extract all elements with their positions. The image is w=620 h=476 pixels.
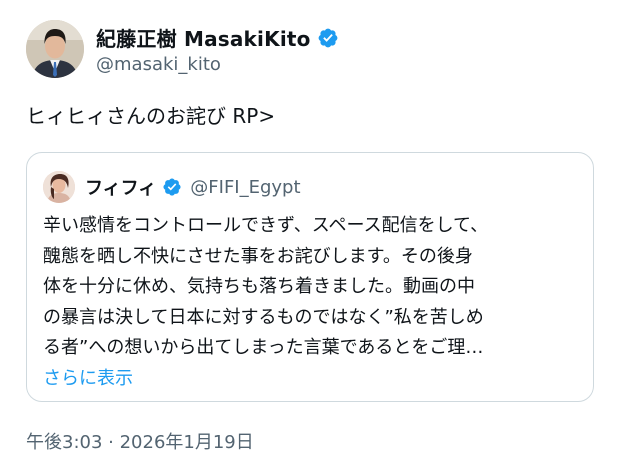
person-portrait-icon	[26, 20, 84, 78]
verified-badge-icon	[317, 27, 339, 49]
author-avatar[interactable]	[26, 20, 84, 78]
person-portrait-icon	[43, 171, 75, 203]
quoted-author-row: フィフィ @FIFI_Egypt	[85, 174, 301, 200]
tweet-timestamp[interactable]: 午後3:03 · 2026年1月19日	[26, 428, 254, 454]
verified-badge-icon	[162, 177, 182, 197]
quoted-author-avatar[interactable]	[43, 171, 75, 203]
quoted-tweet-card[interactable]: フィフィ @FIFI_Egypt 辛い感情をコントロールできず、スペース配信をし…	[26, 152, 594, 402]
quoted-display-name[interactable]: フィフィ	[85, 174, 156, 200]
author-display-name[interactable]: 紀藤正樹 MasakiKito	[96, 23, 311, 52]
quoted-text-line: 体を十分に休め、気持ちも落ち着きました。動画の中	[43, 276, 475, 297]
tweet-text: ヒィヒィさんのお詫び RP>	[26, 104, 276, 128]
show-more-link[interactable]: さらに表示	[43, 364, 583, 395]
quoted-text-line: る者”への想いから出てしまった言葉であるとをご理…	[43, 337, 484, 358]
quoted-text-line: の暴言は決して日本に対するものではなく”私を苦しめ	[43, 306, 484, 328]
quoted-text-line: 醜態を晒し不快にさせた事をお詫びします。その後身	[43, 245, 473, 267]
quoted-text-line: 辛い感情をコントロールできず、スペース配信をして、	[43, 215, 489, 236]
author-name-row: 紀藤正樹 MasakiKito	[96, 23, 339, 52]
author-handle[interactable]: @masaki_kito	[96, 54, 221, 75]
tweet: 紀藤正樹 MasakiKito @masaki_kito ヒィヒィさんのお詫び …	[0, 0, 620, 476]
quoted-tweet-text: 辛い感情をコントロールできず、スペース配信をして、 醜態を晒し不快にさせた事をお…	[43, 211, 583, 394]
quoted-handle[interactable]: @FIFI_Egypt	[190, 177, 300, 198]
